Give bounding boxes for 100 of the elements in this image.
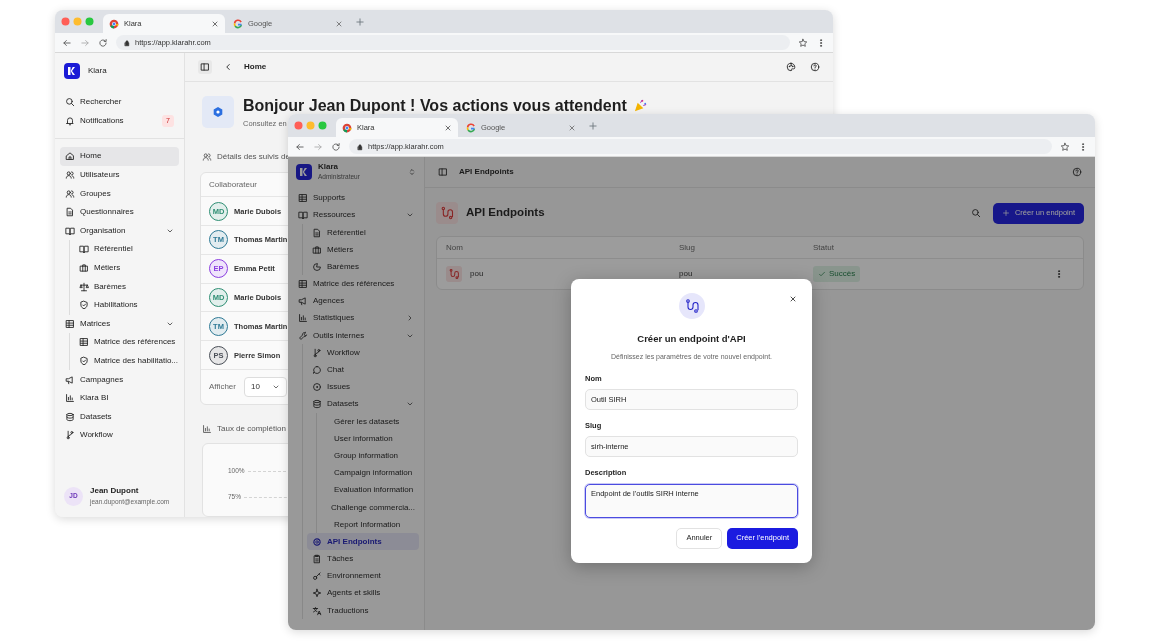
nav-item[interactable]: Evaluation information (321, 481, 419, 499)
nav-item[interactable]: Issues (307, 378, 419, 396)
grid-icon (65, 318, 75, 329)
lock-icon (356, 142, 364, 151)
column-header: Collaborateur (209, 178, 258, 191)
shield-icon (79, 356, 89, 366)
nav-item[interactable]: Barèmes (307, 258, 419, 276)
back-icon[interactable] (295, 141, 305, 152)
nav-item[interactable]: Datasets (60, 407, 179, 427)
nav-item[interactable]: Matrice des références (293, 275, 419, 293)
star-icon[interactable] (798, 37, 808, 48)
nav-item[interactable]: Traductions (307, 602, 419, 620)
favicon-icon (233, 18, 243, 29)
route-icon (436, 202, 458, 224)
section-title: Taux de complétion (217, 423, 286, 436)
document-icon (312, 227, 322, 238)
users-icon (65, 188, 75, 199)
database-icon (312, 399, 322, 410)
nav-item[interactable]: Statistiques (293, 309, 419, 328)
megaphone-icon (65, 374, 75, 385)
chevron-right-icon[interactable] (406, 314, 414, 323)
grid-icon (298, 193, 308, 204)
table-cell: pou (470, 268, 484, 280)
nav-item[interactable]: Group information (321, 447, 419, 465)
nav-item[interactable]: Gérer les datasets (321, 413, 419, 431)
check-icon (818, 270, 826, 278)
chevron-left-icon[interactable] (223, 62, 233, 72)
star-icon[interactable] (1060, 141, 1070, 152)
nav-item[interactable]: Campaign information (321, 464, 419, 482)
nav-item[interactable]: Métiers (307, 241, 419, 259)
window-controls-icon[interactable] (294, 121, 328, 130)
back-icon[interactable] (62, 37, 72, 48)
nav-item[interactable]: Outils internes (293, 327, 419, 345)
nav-item[interactable]: Matrice des habilitatio... (74, 351, 179, 371)
scale-icon (79, 281, 89, 292)
nav-item[interactable]: Organisation (60, 221, 179, 241)
sidebar-toggle-icon[interactable] (438, 167, 448, 177)
nav-item[interactable]: Questionnaires (60, 202, 179, 222)
nav-item[interactable]: Rechercher (60, 93, 179, 112)
nav-item[interactable]: Klara BI (60, 388, 179, 408)
help-icon[interactable] (810, 62, 820, 72)
nav-item[interactable]: Workflow (307, 344, 419, 362)
nav-item[interactable]: Supports (293, 189, 419, 207)
party-popper-icon (632, 98, 648, 113)
nav-item[interactable]: Barèmes (74, 277, 179, 296)
clipboard-icon (312, 554, 322, 565)
book-icon (79, 244, 89, 255)
nav-item[interactable]: Tâches (307, 550, 419, 568)
nav-item[interactable]: Référentiel (307, 223, 419, 242)
page-size-select[interactable]: 10 (244, 377, 287, 398)
nav-item[interactable]: Chat (307, 361, 419, 379)
search-icon[interactable] (970, 208, 981, 218)
reload-icon[interactable] (331, 141, 341, 152)
nav-item[interactable]: Habilitations (74, 295, 179, 315)
close-icon[interactable] (789, 295, 797, 303)
favicon-icon (109, 18, 119, 29)
gear-icon (312, 536, 322, 547)
window-controls-icon[interactable] (61, 17, 95, 26)
nav-item[interactable]: Utilisateurs (60, 165, 179, 185)
nav-item[interactable]: Métiers (74, 258, 179, 278)
users-icon (65, 170, 75, 181)
page-title: API Endpoints (466, 205, 545, 221)
nav-item[interactable]: Workflow (60, 426, 179, 445)
nav-item[interactable]: Challenge commercia... (321, 498, 419, 517)
search-icon (65, 97, 75, 108)
column-header: Slug (679, 241, 696, 254)
help-icon[interactable] (1072, 167, 1082, 177)
close-icon[interactable] (211, 19, 219, 28)
nav-item[interactable]: Home (60, 147, 179, 166)
nav-item[interactable]: Environnement (307, 567, 419, 585)
nav-item[interactable]: API Endpoints (307, 533, 419, 551)
user-name: Jean Dupont (90, 485, 140, 498)
grid-icon (79, 337, 89, 348)
nav-item[interactable]: Datasets (307, 395, 419, 413)
nav-item[interactable]: Campagnes (60, 370, 179, 389)
nav-item[interactable]: Report Information (321, 516, 419, 534)
favicon-icon (466, 122, 476, 133)
nav-item[interactable]: Groupes (60, 184, 179, 203)
reload-icon[interactable] (98, 37, 108, 48)
nav-item[interactable]: Agents et skills (307, 584, 419, 603)
pager-label: Afficher (209, 381, 236, 394)
nav-item[interactable]: Ressources (293, 206, 419, 224)
plus-icon[interactable] (355, 16, 365, 27)
logo-icon (64, 63, 80, 79)
greeting-title: Bonjour Jean Dupont ! Vos actions vous attendent (243, 96, 627, 115)
nav-item[interactable]: Matrice des références (74, 333, 179, 352)
palette-icon[interactable] (786, 62, 796, 72)
chart-icon (202, 424, 212, 435)
breadcrumb: API Endpoints (459, 166, 514, 178)
nav-item[interactable]: User information (321, 430, 419, 448)
nav-item[interactable]: Matrices (60, 314, 179, 334)
nav-item[interactable]: Référentiel (74, 240, 179, 259)
sidebar-toggle-icon[interactable] (200, 62, 210, 72)
briefcase-icon (79, 263, 89, 274)
logo-icon (296, 164, 312, 181)
branch-icon (65, 430, 75, 441)
nav-item[interactable]: Agences (293, 292, 419, 310)
close-icon[interactable] (444, 123, 452, 132)
dialog-title: Créer un endpoint d'API (636, 332, 747, 346)
plus-icon[interactable] (588, 120, 598, 131)
